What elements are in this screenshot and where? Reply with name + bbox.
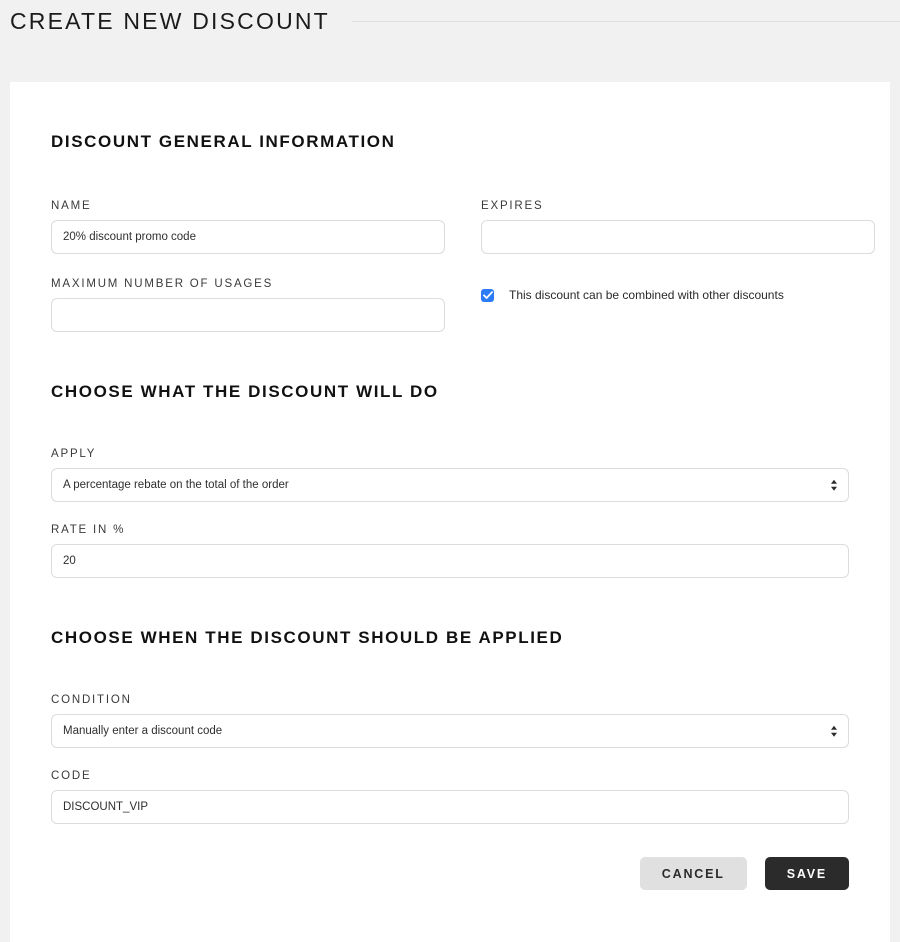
condition-select-wrapper: Manually enter a discount code [51,714,849,748]
code-label: CODE [51,770,92,782]
page-header: CREATE NEW DISCOUNT [0,0,900,82]
name-input[interactable] [51,220,445,254]
general-left-column: NAME MAXIMUM NUMBER OF USAGES [51,200,445,332]
combine-discounts-row[interactable]: This discount can be combined with other… [481,278,875,312]
form-actions: CANCEL SAVE [51,857,849,890]
cancel-button[interactable]: CANCEL [639,857,747,890]
combine-discounts-label: This discount can be combined with other… [509,288,784,302]
condition-label: CONDITION [51,694,132,706]
expires-field-group: EXPIRES [481,200,875,254]
apply-label: APPLY [51,448,97,460]
apply-select-wrapper: A percentage rebate on the total of the … [51,468,849,502]
maximum-number-of-usages-input[interactable] [51,298,445,332]
expires-label: EXPIRES [481,200,544,212]
save-button[interactable]: SAVE [764,857,849,890]
name-field-group: NAME [51,200,445,254]
expires-input[interactable] [481,220,875,254]
apply-select[interactable]: A percentage rebate on the total of the … [51,468,849,502]
maximum-number-of-usages-label: MAXIMUM NUMBER OF USAGES [51,278,274,290]
rate-in-percent-input[interactable] [51,544,849,578]
rate-in-percent-label: RATE IN % [51,524,126,536]
general-information-fields: NAME MAXIMUM NUMBER OF USAGES EXPIRES Th… [51,200,875,332]
checkmark-icon [482,290,493,299]
section-title-choose-what: CHOOSE WHAT THE DISCOUNT WILL DO [51,382,439,401]
section-title-general-information: DISCOUNT GENERAL INFORMATION [51,132,396,151]
code-input[interactable] [51,790,849,824]
header-divider [351,21,900,22]
apply-field-group: APPLY A percentage rebate on the total o… [51,448,849,502]
max-usages-field-group: MAXIMUM NUMBER OF USAGES [51,278,445,332]
discount-form-card: DISCOUNT GENERAL INFORMATION NAME MAXIMU… [10,82,890,942]
code-field-group: CODE [51,770,849,824]
section-title-choose-when: CHOOSE WHEN THE DISCOUNT SHOULD BE APPLI… [51,628,564,647]
condition-field-group: CONDITION Manually enter a discount code [51,694,849,748]
rate-field-group: RATE IN % [51,524,849,578]
combine-discounts-checkbox[interactable] [481,288,494,302]
general-right-column: EXPIRES This discount can be combined wi… [481,200,875,332]
condition-select[interactable]: Manually enter a discount code [51,714,849,748]
page-title: CREATE NEW DISCOUNT [10,8,330,34]
name-label: NAME [51,200,92,212]
